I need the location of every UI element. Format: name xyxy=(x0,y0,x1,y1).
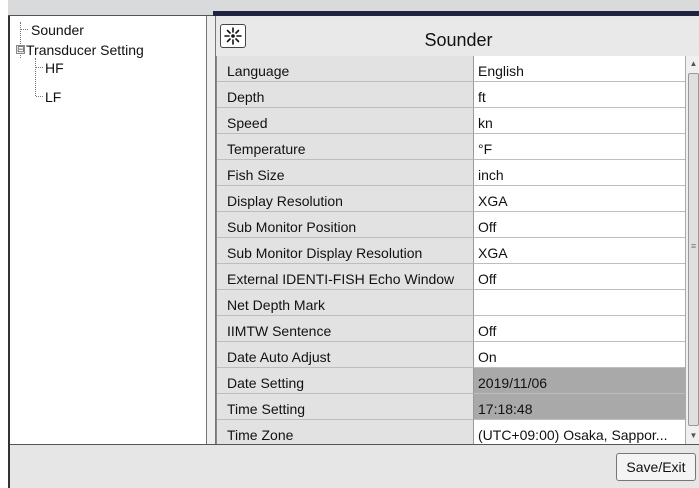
setting-value: 2019/11/06 xyxy=(474,368,685,394)
setting-value[interactable]: Off xyxy=(474,316,685,342)
setting-value[interactable]: On xyxy=(474,342,685,368)
tree-connector xyxy=(35,58,36,96)
setting-value[interactable]: XGA xyxy=(474,186,685,212)
table-row[interactable]: Time Setting 17:18:48 xyxy=(217,394,685,420)
setting-label: Time Zone xyxy=(217,420,474,444)
setting-label: Display Resolution xyxy=(217,186,474,212)
setting-value[interactable]: °F xyxy=(474,134,685,160)
settings-table: Language English Depth ft Speed kn Temperature… xyxy=(216,56,685,444)
table-row[interactable]: Fish Size inch xyxy=(217,160,685,186)
table-row[interactable]: Net Depth Mark xyxy=(217,290,685,316)
tree-connector xyxy=(21,29,28,30)
table-row[interactable]: External IDENTI-FISH Echo Window Off xyxy=(217,264,685,290)
settings-window: Sounder ⊟ Transducer Setting HF LF Sound… xyxy=(8,16,699,488)
table-row[interactable]: Temperature °F xyxy=(217,134,685,160)
setting-label: Depth xyxy=(217,82,474,108)
setting-label: Net Depth Mark xyxy=(217,290,474,316)
tree-item-lf[interactable]: LF xyxy=(45,89,61,105)
collapse-icon[interactable]: ⊟ xyxy=(16,45,25,54)
setting-value[interactable]: Off xyxy=(474,264,685,290)
settings-tree: Sounder ⊟ Transducer Setting HF LF xyxy=(12,16,206,444)
scroll-thumb[interactable]: ≡ xyxy=(688,73,699,426)
tree-item-sounder[interactable]: Sounder xyxy=(29,22,86,38)
settings-panel: Sounder Language English Depth ft Speed kn Tem… xyxy=(216,16,699,444)
vertical-scrollbar[interactable]: ▲ ≡ ▼ xyxy=(685,56,699,444)
setting-label: Speed xyxy=(217,108,474,134)
setting-label: Temperature xyxy=(217,134,474,160)
table-row[interactable]: Date Auto Adjust On xyxy=(217,342,685,368)
table-row[interactable]: Sub Monitor Position Off xyxy=(217,212,685,238)
panel-header: Sounder xyxy=(216,21,699,55)
setting-label: IIMTW Sentence xyxy=(217,316,474,342)
setting-label: Sub Monitor Display Resolution xyxy=(217,238,474,264)
setting-value[interactable]: (UTC+09:00) Osaka, Sappor... xyxy=(474,420,685,444)
tree-connector xyxy=(36,96,43,97)
setting-value[interactable]: kn xyxy=(474,108,685,134)
setting-label: External IDENTI-FISH Echo Window xyxy=(217,264,474,290)
table-row[interactable]: Display Resolution XGA xyxy=(217,186,685,212)
table-row[interactable]: Date Setting 2019/11/06 xyxy=(217,368,685,394)
tree-item-transducer-setting[interactable]: Transducer Setting xyxy=(26,42,144,58)
table-row[interactable]: Language English xyxy=(217,56,685,82)
setting-label: Time Setting xyxy=(217,394,474,420)
setting-value[interactable]: English xyxy=(474,56,685,82)
setting-value[interactable]: inch xyxy=(474,160,685,186)
setting-label: Date Auto Adjust xyxy=(217,342,474,368)
table-row[interactable]: Sub Monitor Display Resolution XGA xyxy=(217,238,685,264)
setting-label: Date Setting xyxy=(217,368,474,394)
setting-label: Fish Size xyxy=(217,160,474,186)
footer-bar: Save/Exit xyxy=(10,444,699,488)
setting-label: Sub Monitor Position xyxy=(217,212,474,238)
tree-item-hf[interactable]: HF xyxy=(45,60,64,76)
panel-title: Sounder xyxy=(424,30,493,50)
tree-connector xyxy=(36,67,43,68)
setting-value[interactable] xyxy=(474,290,685,316)
scroll-down-icon[interactable]: ▼ xyxy=(686,428,699,444)
setting-value: 17:18:48 xyxy=(474,394,685,420)
save-exit-button[interactable]: Save/Exit xyxy=(616,453,696,481)
setting-label: Language xyxy=(217,56,474,82)
table-row[interactable]: IIMTW Sentence Off xyxy=(217,316,685,342)
window-top-strip xyxy=(8,0,699,16)
setting-value[interactable]: Off xyxy=(474,212,685,238)
scroll-up-icon[interactable]: ▲ xyxy=(686,56,699,72)
setting-value[interactable]: ft xyxy=(474,82,685,108)
panel-splitter[interactable] xyxy=(206,16,216,444)
table-row[interactable]: Depth ft xyxy=(217,82,685,108)
table-row[interactable]: Speed kn xyxy=(217,108,685,134)
table-row[interactable]: Time Zone (UTC+09:00) Osaka, Sappor... xyxy=(217,420,685,444)
grip-icon: ≡ xyxy=(690,241,697,251)
setting-value[interactable]: XGA xyxy=(474,238,685,264)
